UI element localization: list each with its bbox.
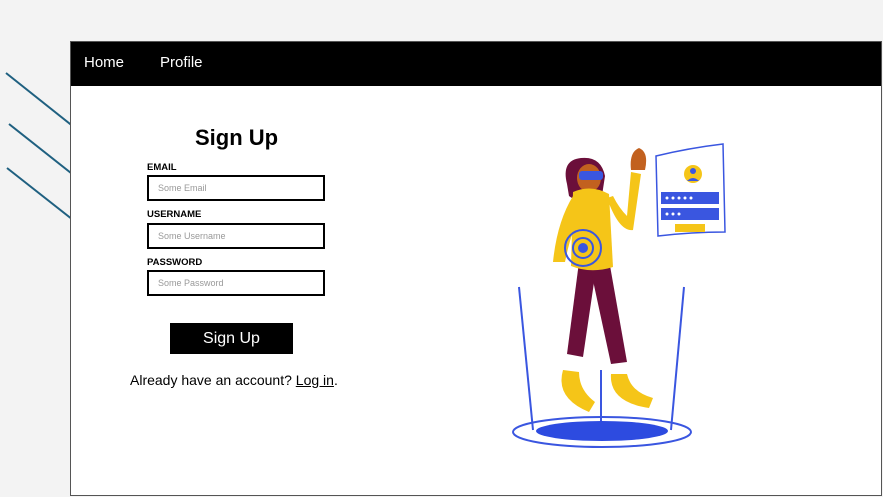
- login-prompt-suffix: .: [333, 372, 338, 388]
- password-field[interactable]: [147, 270, 325, 296]
- username-label: USERNAME: [147, 209, 202, 220]
- email-field[interactable]: [147, 175, 325, 201]
- login-link[interactable]: Log in: [296, 372, 334, 388]
- username-field[interactable]: [147, 223, 325, 249]
- login-prompt-text: Already have an account?: [130, 372, 292, 388]
- login-prompt: Already have an account? Log in.: [130, 372, 338, 388]
- password-label: PASSWORD: [147, 257, 203, 268]
- page-title: Sign Up: [195, 125, 279, 150]
- sign-up-button[interactable]: Sign Up: [170, 323, 293, 354]
- app-window: Home Profile Sign Up EMAIL USERNAME PASS…: [70, 41, 882, 496]
- nav-home-link[interactable]: Home: [84, 54, 124, 71]
- nav-profile-link[interactable]: Profile: [160, 54, 203, 71]
- signup-illustration: [512, 143, 726, 448]
- email-label: EMAIL: [147, 162, 177, 173]
- navbar: Home Profile: [71, 42, 881, 86]
